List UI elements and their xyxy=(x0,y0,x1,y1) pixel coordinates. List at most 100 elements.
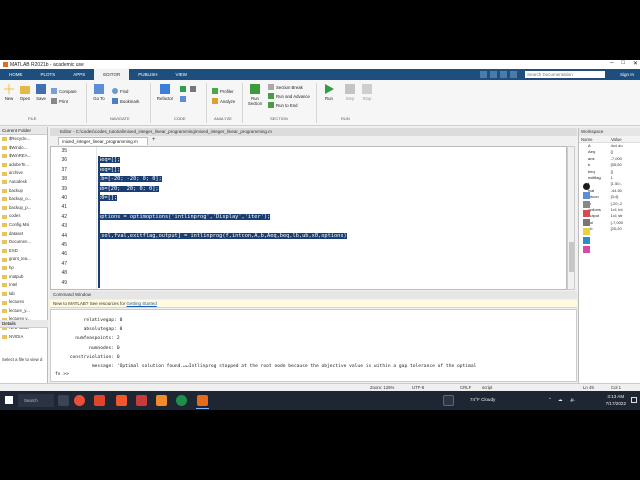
app-icon[interactable] xyxy=(94,395,105,406)
code-editor[interactable]: 35 36 Aeq=[]; 37 beq=[]; 38 lb=[-20; -20; 0; 0… xyxy=(50,146,567,290)
new-tab-plus-icon[interactable]: + xyxy=(152,137,156,143)
redo-icon[interactable] xyxy=(500,71,507,78)
folder-item[interactable]: $Windo... xyxy=(2,144,47,153)
code-line[interactable]: 43 xyxy=(51,222,566,231)
stop-button[interactable]: Stop xyxy=(360,84,374,101)
folder-item[interactable]: hp xyxy=(2,264,47,273)
getting-started-link[interactable]: Getting Started xyxy=(126,301,156,306)
workspace-col-value[interactable]: Value xyxy=(611,136,622,142)
step-button[interactable]: Step xyxy=(343,84,357,101)
folder-item[interactable]: Autodesk xyxy=(2,178,47,187)
section-break-button[interactable]: Section Break xyxy=(268,84,303,90)
editor-scrollbar[interactable] xyxy=(567,146,575,290)
folder-item[interactable]: adobeTe... xyxy=(2,161,47,170)
zoom-icon[interactable] xyxy=(583,192,590,199)
tray-up-arrow-icon[interactable]: ⌃ xyxy=(548,397,552,403)
sign-in-link[interactable]: Sign In xyxy=(620,69,634,80)
code-line[interactable]: 48 xyxy=(51,269,566,278)
tab-publish[interactable]: PUBLISH xyxy=(129,69,166,80)
code-line[interactable]: 45 xyxy=(51,241,566,250)
colormap-icon[interactable] xyxy=(583,246,590,253)
folder-item[interactable]: codes xyxy=(2,212,47,221)
chrome-icon[interactable] xyxy=(74,395,85,406)
command-prompt[interactable]: fx >> xyxy=(55,372,69,377)
folder-item[interactable]: Intel xyxy=(2,281,47,290)
refactor-button[interactable]: Refactor xyxy=(155,84,175,101)
run-button[interactable]: Run xyxy=(322,84,336,101)
folder-item[interactable]: archive xyxy=(2,169,47,178)
tab-plots[interactable]: PLOTS xyxy=(32,69,65,80)
code-line[interactable]: 40 x0=[]; xyxy=(51,194,566,203)
maximize-icon[interactable]: □ xyxy=(621,60,625,67)
folder-item[interactable]: $WinREA... xyxy=(2,152,47,161)
tab-editor[interactable]: EDITOR xyxy=(94,69,130,80)
code-line[interactable]: 49 xyxy=(51,279,566,288)
wrap-icon[interactable] xyxy=(190,86,196,92)
tab-view[interactable]: VIEW xyxy=(166,69,196,80)
maps-icon[interactable] xyxy=(176,395,187,406)
indent-icon[interactable] xyxy=(180,96,186,102)
taskbar-search[interactable]: Search xyxy=(18,394,54,407)
run-to-end-button[interactable]: Run to End xyxy=(268,102,298,108)
find-button[interactable]: Find xyxy=(112,88,128,94)
code-line[interactable]: 35 xyxy=(51,147,566,156)
folder-item[interactable]: backup xyxy=(2,187,47,196)
minimize-icon[interactable]: – xyxy=(610,60,613,67)
editor-file-tab[interactable]: mixed_integer_linear_programming.m xyxy=(58,137,148,145)
taskbar-clock[interactable]: 3:13 AM 7/17/2022 xyxy=(606,393,626,407)
tab-home[interactable]: HOME xyxy=(0,69,32,80)
notifications-icon[interactable] xyxy=(631,397,637,403)
rotate-icon[interactable] xyxy=(583,219,590,226)
tab-apps[interactable]: APPS xyxy=(64,69,94,80)
close-icon[interactable]: ✕ xyxy=(633,60,638,67)
folder-item[interactable]: dataset xyxy=(2,230,47,239)
colorbar-icon[interactable] xyxy=(583,228,590,235)
code-line[interactable]: 37 beq=[]; xyxy=(51,166,566,175)
legend-icon[interactable] xyxy=(583,237,590,244)
analyze-button[interactable]: Analyze xyxy=(212,98,235,104)
scroll-thumb[interactable] xyxy=(569,242,574,272)
brush-icon[interactable] xyxy=(583,183,590,190)
goto-button[interactable]: Go To xyxy=(91,84,107,101)
undo-icon[interactable] xyxy=(490,71,497,78)
code-line[interactable]: 46 xyxy=(51,250,566,259)
pan-icon[interactable] xyxy=(583,201,590,208)
save-button[interactable]: Save xyxy=(35,84,47,101)
folder-item[interactable]: backup_p... xyxy=(2,204,47,213)
folder-item[interactable]: lecture_y... xyxy=(2,307,47,316)
weather-icon[interactable] xyxy=(443,395,454,406)
search-documentation-input[interactable]: Search Documentation xyxy=(525,71,605,78)
folder-item[interactable]: NVIDIA xyxy=(2,333,47,342)
folder-item[interactable]: backup_o... xyxy=(2,195,47,204)
code-line[interactable]: 44 [sol,fval,exitflag,output] = intlinpro… xyxy=(51,232,566,241)
run-and-advance-button[interactable]: Run and Advance xyxy=(268,93,310,99)
speaker-icon[interactable]: 🔈 xyxy=(570,397,576,403)
workspace-col-name[interactable]: Name xyxy=(581,136,611,142)
folder-item[interactable]: Config.Msi xyxy=(2,221,47,230)
datatip-icon[interactable] xyxy=(583,210,590,217)
task-view-icon[interactable] xyxy=(58,395,69,406)
folder-item[interactable]: $Recycle... xyxy=(2,135,47,144)
print-button[interactable]: Print xyxy=(51,98,68,104)
matlab-taskbar-icon[interactable] xyxy=(197,395,208,406)
comment-icon[interactable] xyxy=(180,86,186,92)
folder-item[interactable]: lab xyxy=(2,290,47,299)
onedrive-icon[interactable]: ☁ xyxy=(558,397,563,403)
code-line[interactable]: 36 Aeq=[]; xyxy=(51,156,566,165)
compare-button[interactable]: Compare xyxy=(51,88,77,94)
code-line[interactable]: 47 xyxy=(51,260,566,269)
firefox-icon[interactable] xyxy=(156,395,167,406)
new-button[interactable]: New xyxy=(3,84,15,101)
folder-item[interactable]: ESD xyxy=(2,247,47,256)
command-window-output[interactable]: fx >> relativegap: 0 absolutegap: 0 numf… xyxy=(50,309,577,382)
open-button[interactable]: Open xyxy=(18,84,32,101)
folder-item[interactable]: lectures xyxy=(2,298,47,307)
folder-item[interactable]: matpub xyxy=(2,273,47,282)
code-line[interactable]: 39 ub=[20; 20; 0; 0]; xyxy=(51,185,566,194)
run-section-button[interactable]: Run Section xyxy=(246,84,264,106)
code-line[interactable]: 41 xyxy=(51,203,566,212)
folder-item[interactable]: grant_tea... xyxy=(2,255,47,264)
save-quick-icon[interactable] xyxy=(480,71,487,78)
weather-text[interactable]: 74°F Cloudy xyxy=(470,397,495,402)
folder-item[interactable]: Documen... xyxy=(2,238,47,247)
